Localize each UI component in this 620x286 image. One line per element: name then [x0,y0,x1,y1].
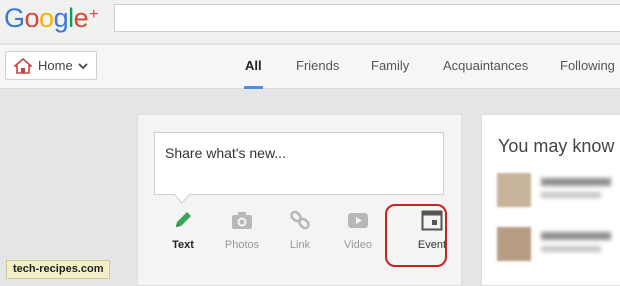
share-box-pointer [174,194,190,204]
tab-following[interactable]: Following [560,45,615,89]
camera-icon [232,212,252,229]
home-dropdown-button[interactable]: Home [5,51,97,80]
play-icon [348,213,368,228]
stream-nav: Home All Friends Family Acquaintances Fo… [0,45,620,89]
home-label: Home [38,58,73,73]
suggestion-item[interactable] [497,227,617,267]
tab-friends[interactable]: Friends [296,45,339,89]
avatar [497,227,531,261]
tab-family[interactable]: Family [371,45,409,89]
share-text-button[interactable]: Text [158,209,208,251]
suggestion-detail-blurred [541,246,601,252]
share-photos-button[interactable]: Photos [217,209,267,251]
text-label: Text [172,239,194,251]
link-icon [290,210,310,230]
suggestion-name-blurred [541,232,611,240]
video-label: Video [344,239,372,251]
pencil-icon [176,212,191,227]
suggestion-item[interactable] [497,173,617,213]
share-video-button[interactable]: Video [333,209,383,251]
avatar [497,173,531,207]
link-label: Link [289,239,311,251]
google-plus-logo[interactable]: Google+ [4,3,98,34]
photos-label: Photos [224,239,260,251]
tab-acquaintances[interactable]: Acquaintances [443,45,528,89]
chevron-down-icon [77,62,88,69]
share-placeholder: Share what's new... [165,145,286,161]
suggestion-name-blurred [541,178,611,186]
home-icon [14,57,32,74]
suggestions-panel: You may know [481,114,620,286]
search-input[interactable] [114,4,620,32]
event-highlight-box [385,204,447,267]
tab-all[interactable]: All [244,45,263,89]
share-input[interactable]: Share what's new... [154,132,444,195]
suggestions-title: You may know [498,136,615,156]
top-bar: Google+ [0,0,620,44]
watermark: tech-recipes.com [6,260,111,279]
suggestion-detail-blurred [541,192,601,198]
share-link-button[interactable]: Link [275,209,325,251]
